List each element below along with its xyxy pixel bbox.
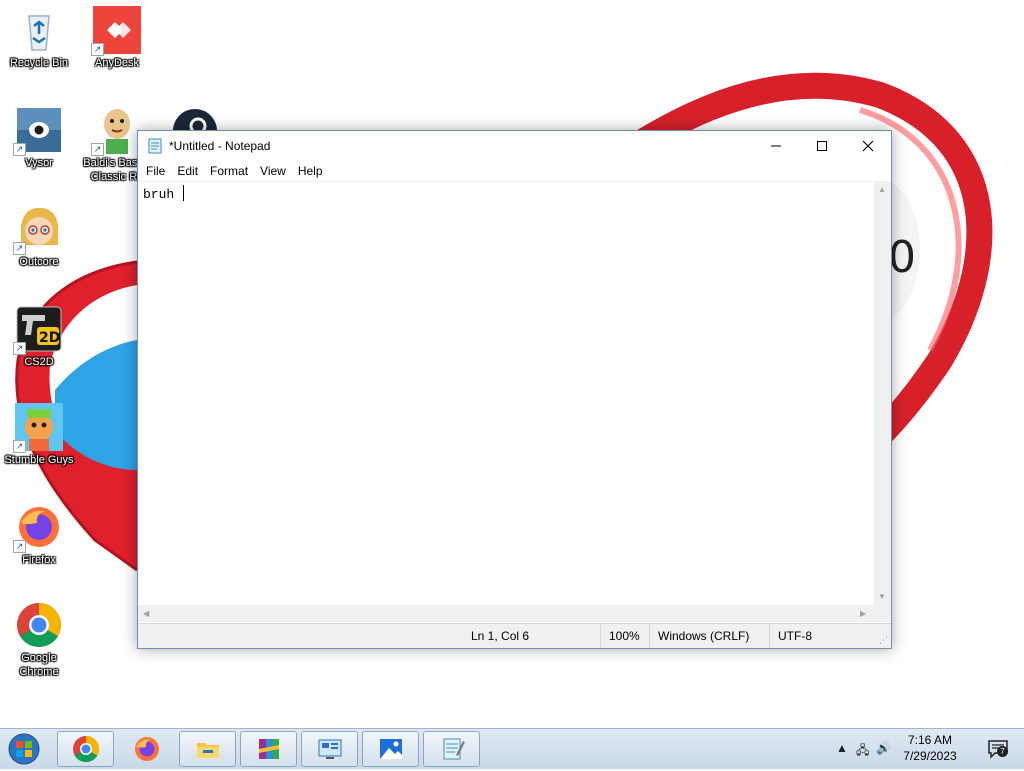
menu-bar: File Edit Format View Help [138, 161, 891, 182]
windows-logo-icon [8, 733, 40, 765]
taskbar-firefox[interactable] [118, 731, 175, 767]
clock[interactable]: 7:16 AM 7/29/2023 [900, 732, 960, 764]
close-icon [862, 140, 874, 152]
text-caret [183, 185, 185, 201]
taskbar-file-explorer[interactable] [179, 731, 236, 767]
minimize-icon [771, 145, 781, 147]
desktop-icon-google-chrome[interactable]: Google Chrome [0, 601, 78, 679]
scroll-left-icon[interactable]: ◀ [143, 609, 149, 618]
desktop-icon-vysor[interactable]: ↗ Vysor [0, 106, 78, 170]
menu-format[interactable]: Format [204, 164, 254, 178]
menu-file[interactable]: File [140, 164, 171, 178]
shortcut-arrow-icon: ↗ [13, 143, 26, 156]
shortcut-arrow-icon: ↗ [13, 440, 26, 453]
horizontal-scrollbar[interactable]: ◀ ▶ [138, 605, 874, 622]
desktop-icon-label: Firefox [22, 554, 56, 566]
line-ending: Windows (CRLF) [649, 624, 768, 648]
editor-text: bruh [143, 187, 183, 202]
chrome-icon [15, 601, 63, 649]
stumble-guys-icon: ↗ [13, 403, 63, 453]
menu-help[interactable]: Help [292, 164, 329, 178]
notepad-window[interactable]: *Untitled - Notepad File Edit Format Vie… [137, 130, 892, 649]
winrar-icon [258, 739, 279, 759]
volume-icon[interactable]: 🔊 [876, 741, 891, 755]
scroll-corner [874, 605, 891, 622]
desktop-icon-label: Recycle Bin [9, 57, 69, 69]
shortcut-arrow-icon: ↗ [13, 540, 26, 553]
scroll-up-icon[interactable]: ▲ [878, 185, 886, 194]
photos-icon [379, 739, 402, 759]
notification-count: 7 [997, 746, 1008, 757]
taskbar-winrar[interactable] [240, 731, 297, 767]
encoding: UTF-8 [769, 624, 868, 648]
desktop-icon-outcore[interactable]: ↗ Outcore [0, 205, 78, 269]
taskbar-control-panel[interactable] [301, 731, 358, 767]
window-title: *Untitled - Notepad [169, 139, 271, 153]
vertical-scrollbar[interactable]: ▲ ▼ [874, 182, 891, 613]
minimize-button[interactable] [753, 131, 799, 161]
outcore-icon: ↗ [13, 205, 63, 255]
resize-grip-icon[interactable]: ⋰ [879, 635, 888, 646]
scroll-down-icon[interactable]: ▼ [878, 592, 886, 601]
menu-edit[interactable]: Edit [171, 164, 204, 178]
desktop-icon-label: Outcore [19, 256, 59, 268]
status-bar: Ln 1, Col 6 100% Windows (CRLF) UTF-8 ⋰ [138, 623, 891, 648]
firefox-icon: ↗ [13, 503, 63, 553]
clock-date: 7/29/2023 [903, 749, 957, 763]
desktop-icon-label: CS2D [24, 356, 54, 368]
control-panel-icon [318, 739, 341, 759]
anydesk-icon: ↗ [91, 6, 141, 56]
action-center-button[interactable]: 7 [986, 737, 1010, 761]
svg-text:0: 0 [888, 232, 916, 283]
desktop-icon-recycle-bin[interactable]: Recycle Bin [0, 6, 78, 70]
baldi-icon: ↗ [91, 106, 141, 156]
vysor-icon: ↗ [13, 106, 63, 156]
close-button[interactable] [845, 131, 891, 161]
shortcut-arrow-icon: ↗ [91, 43, 104, 56]
desktop-icon-cs2d[interactable]: 2D ↗ CS2D [0, 305, 78, 369]
menu-view[interactable]: View [254, 164, 292, 178]
taskbar-photos[interactable] [362, 731, 419, 767]
desktop-icon-label: Vysor [25, 157, 53, 169]
cs2d-icon: 2D ↗ [13, 305, 63, 355]
shortcut-arrow-icon: ↗ [13, 242, 26, 255]
taskbar-chrome[interactable] [57, 731, 114, 767]
firefox-icon [134, 737, 159, 761]
zoom-level: 100% [600, 624, 649, 648]
scroll-right-icon[interactable]: ▶ [860, 609, 866, 618]
desktop-icon-stumble-guys[interactable]: ↗ Stumble Guys [0, 403, 78, 467]
title-bar[interactable]: *Untitled - Notepad [138, 131, 891, 161]
desktop-icon-anydesk[interactable]: ↗ AnyDesk [78, 6, 156, 70]
network-icon[interactable]: 🖧 [856, 741, 869, 762]
text-editor[interactable]: bruh [138, 182, 874, 613]
desktop-icon-label: AnyDesk [94, 57, 140, 69]
recycle-bin-icon [15, 6, 63, 54]
cursor-position: Ln 1, Col 6 [471, 629, 530, 643]
svg-text:2D: 2D [39, 330, 60, 346]
clock-time: 7:16 AM [907, 733, 953, 747]
maximize-button[interactable] [799, 131, 845, 161]
steam-icon[interactable] [172, 108, 218, 132]
notepad-icon [443, 738, 465, 760]
chrome-icon [72, 735, 99, 763]
shortcut-arrow-icon: ↗ [91, 143, 104, 156]
taskbar-notepad[interactable] [423, 731, 480, 767]
desktop-icon-label: Google Chrome [19, 652, 59, 678]
system-tray: ▲ 🖧 🔊 7:16 AM 7/29/2023 7 [824, 729, 1024, 769]
start-button[interactable] [6, 732, 42, 766]
shortcut-arrow-icon: ↗ [13, 342, 26, 355]
taskbar: ▲ 🖧 🔊 7:16 AM 7/29/2023 7 [0, 728, 1024, 769]
show-hidden-icons-icon[interactable]: ▲ [836, 741, 848, 755]
notepad-app-icon [148, 138, 162, 154]
maximize-icon [817, 141, 827, 151]
desktop-icon-firefox[interactable]: ↗ Firefox [0, 503, 78, 567]
desktop-icon-label: Stumble Guys [4, 454, 74, 466]
file-explorer-icon [196, 743, 219, 758]
